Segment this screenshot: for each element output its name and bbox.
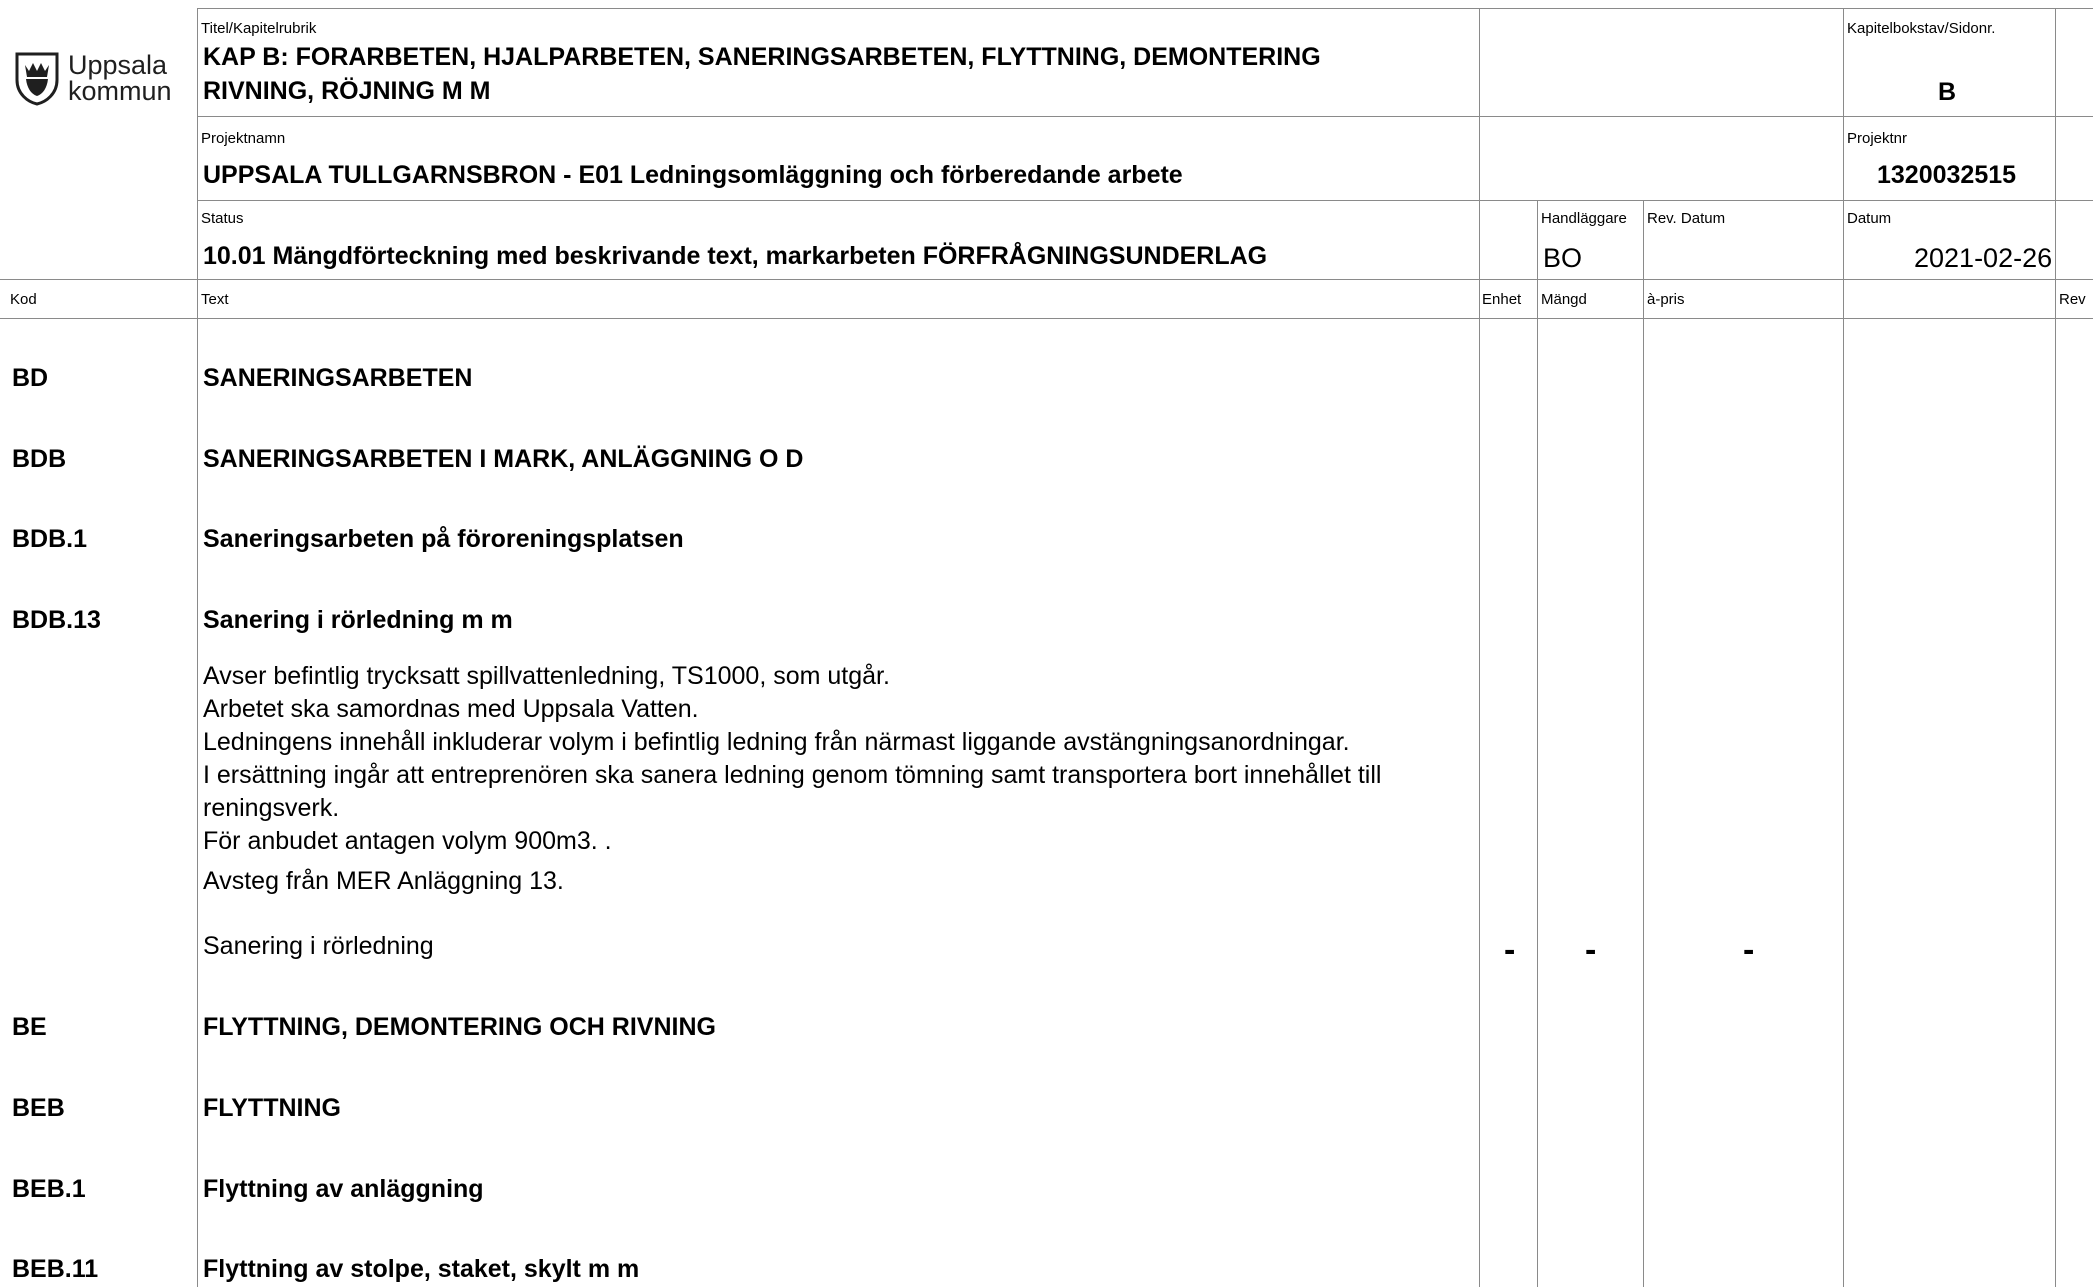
project-name: UPPSALA TULLGARNSBRON - E01 Ledningsomlä… bbox=[203, 161, 1183, 189]
projnr-value: 1320032515 bbox=[1877, 161, 2017, 189]
row-code: BDB.1 bbox=[12, 525, 88, 553]
description-line: I ersättning ingår att entreprenören ska… bbox=[203, 761, 1382, 789]
title-line-2: RIVNING, RÖJNING M M bbox=[203, 77, 491, 105]
item-enhet: - bbox=[1504, 931, 1516, 969]
header-line-2 bbox=[197, 200, 2093, 201]
title-line-1: KAP B: FORARBETEN, HJALPARBETEN, SANERIN… bbox=[203, 43, 1321, 71]
description-line: För anbudet antagen volym 900m3. . bbox=[203, 827, 612, 855]
mangd-column-divider bbox=[1643, 200, 1644, 1287]
row-code: BE bbox=[12, 1013, 47, 1041]
status-value: 10.01 Mängdförteckning med beskrivande t… bbox=[203, 242, 1268, 270]
row-code: BD bbox=[12, 364, 49, 392]
row-heading: Flyttning av anläggning bbox=[203, 1175, 484, 1203]
column-header-enhet: Enhet bbox=[1482, 291, 1522, 308]
row-heading: Saneringsarbeten på föroreningsplatsen bbox=[203, 525, 684, 553]
logo-line-2: kommun bbox=[68, 76, 172, 106]
description-line: reningsverk. bbox=[203, 794, 340, 822]
column-header-text: Text bbox=[201, 291, 229, 308]
column-header-mangd: Mängd bbox=[1541, 291, 1587, 308]
crown-shield-icon bbox=[15, 52, 59, 106]
datum-label: Datum bbox=[1847, 210, 1892, 227]
item-apris: - bbox=[1743, 931, 1755, 969]
row-heading: Sanering i rörledning m m bbox=[203, 606, 513, 634]
column-header-apris: à-pris bbox=[1647, 291, 1685, 308]
row-heading: SANERINGSARBETEN I MARK, ANLÄGGNING O D bbox=[203, 445, 804, 473]
datum-value: 2021-02-26 bbox=[1914, 243, 2053, 273]
item-text: Sanering i rörledning bbox=[203, 932, 434, 960]
description-line: Avsteg från MER Anläggning 13. bbox=[203, 867, 564, 895]
column-header-bottom-line bbox=[0, 318, 2093, 319]
row-heading: SANERINGSARBETEN bbox=[203, 364, 473, 392]
description-line: Avser befintlig trycksatt spillvattenled… bbox=[203, 662, 890, 690]
chapter-value: B bbox=[1938, 78, 1957, 106]
description-line: Arbetet ska samordnas med Uppsala Vatten… bbox=[203, 695, 699, 723]
header-top-line bbox=[197, 8, 2093, 9]
row-code: BEB bbox=[12, 1094, 65, 1122]
item-mangd: - bbox=[1585, 931, 1597, 969]
enhet-column-divider bbox=[1537, 200, 1538, 1287]
chapter-label: Kapitelbokstav/Sidonr. bbox=[1847, 20, 1996, 37]
projnr-label: Projektnr bbox=[1847, 130, 1908, 147]
logo-line-1: Uppsala bbox=[68, 49, 168, 80]
title-label: Titel/Kapitelrubrik bbox=[201, 20, 317, 37]
handlaggare-value: BO bbox=[1543, 243, 1583, 273]
row-code: BDB bbox=[12, 445, 67, 473]
row-heading: Flyttning av stolpe, staket, skylt m m bbox=[203, 1255, 640, 1283]
row-heading: FLYTTNING bbox=[203, 1094, 341, 1122]
row-heading: FLYTTNING, DEMONTERING OCH RIVNING bbox=[203, 1013, 716, 1041]
column-header-rev: Rev bbox=[2059, 291, 2086, 308]
revdatum-label: Rev. Datum bbox=[1647, 210, 1726, 227]
header-line-1 bbox=[197, 116, 2093, 117]
row-code: BDB.13 bbox=[12, 606, 101, 634]
handlaggare-label: Handläggare bbox=[1541, 210, 1627, 227]
status-label: Status bbox=[201, 210, 244, 227]
row-code: BEB.1 bbox=[12, 1175, 86, 1203]
description-line: Ledningens innehåll inkluderar volym i b… bbox=[203, 728, 1350, 756]
uppsala-kommun-logo: Uppsala kommun bbox=[14, 50, 172, 106]
project-label: Projektnamn bbox=[201, 130, 286, 147]
row-code: BEB.11 bbox=[12, 1255, 99, 1283]
column-header-kod: Kod bbox=[10, 291, 37, 308]
column-header-top-line bbox=[0, 279, 2093, 280]
